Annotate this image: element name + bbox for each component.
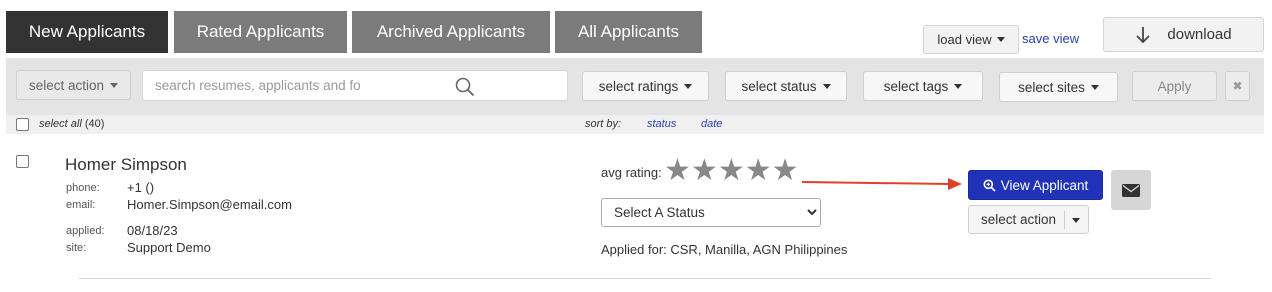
site-label: site: [66,242,87,254]
caret-down-icon [1090,84,1099,90]
phone-label: phone: [66,182,100,194]
status-filter-label: select status [741,78,817,94]
view-applicant-label: View Applicant [1000,177,1089,193]
save-view-link[interactable]: save view [1022,31,1079,46]
zoom-icon [983,179,996,192]
select-all-checkbox[interactable] [16,118,29,131]
download-label: download [1167,26,1232,43]
apply-button[interactable]: Apply [1132,71,1217,101]
ratings-select[interactable]: select ratings [582,71,709,101]
applicant-action-label: select action [981,212,1057,227]
search-input[interactable] [143,77,363,94]
close-icon: ✖ [1232,79,1243,93]
phone-value: +1 () [127,180,155,195]
sort-status-link[interactable]: status [647,118,676,130]
list-header-bar [6,115,1264,134]
rating-stars[interactable]: ★ ★ ★ ★ ★ [664,156,799,186]
tab-new-applicants[interactable]: New Applicants [6,11,168,53]
caret-down-icon [110,82,119,88]
sites-select-label: select sites [1018,79,1085,95]
mail-icon [1122,183,1140,197]
site-value: Support Demo [127,240,211,255]
tab-rated-applicants[interactable]: Rated Applicants [174,11,347,53]
star-icon[interactable]: ★ [664,156,691,186]
annotation-arrow [801,178,962,190]
applied-for-text: Applied for: CSR, Manilla, AGN Philippin… [601,242,848,257]
bulk-action-select[interactable]: select action [16,70,131,100]
download-arrow-icon [1136,26,1151,43]
bulk-action-label: select action [28,77,105,93]
caret-down-icon [822,83,831,89]
clear-filters-button[interactable]: ✖ [1225,71,1250,101]
tags-select-label: select tags [883,78,949,94]
tab-all-applicants[interactable]: All Applicants [555,11,702,53]
star-icon[interactable]: ★ [718,156,745,186]
applied-date: 08/18/23 [127,223,178,238]
download-button[interactable]: download [1103,17,1264,52]
applicant-status-select[interactable]: Select A Status [601,198,821,227]
avg-rating-label: avg rating: [601,165,662,180]
applicant-checkbox[interactable] [16,155,29,168]
sites-select[interactable]: select sites [999,72,1118,102]
sort-date-link[interactable]: date [701,118,722,130]
status-filter-select[interactable]: select status [725,71,847,101]
caret-down-icon [1072,218,1080,223]
email-value: Homer.Simpson@email.com [127,197,292,212]
ratings-select-label: select ratings [598,78,679,94]
tab-archived-applicants[interactable]: Archived Applicants [352,11,550,53]
view-applicant-button[interactable]: View Applicant [968,170,1103,200]
email-label: email: [66,199,96,211]
sort-by-label: sort by: [585,118,622,130]
email-applicant-button[interactable] [1111,170,1151,210]
star-icon[interactable]: ★ [745,156,772,186]
applicant-count: (40) [84,118,105,130]
applied-label: applied: [66,225,105,237]
caret-down-icon [684,83,693,89]
load-view-button[interactable]: load view [923,25,1019,54]
split-divider [1064,211,1065,229]
applicant-action-select[interactable]: select action [968,205,1089,234]
caret-down-icon [954,83,963,89]
search-icon[interactable] [454,76,476,98]
caret-down-icon [996,37,1005,42]
select-all-label: select all (40) [39,118,105,130]
star-icon[interactable]: ★ [772,156,799,186]
applicant-name[interactable]: Homer Simpson [65,155,187,175]
tags-select[interactable]: select tags [863,71,983,101]
load-view-label: load view [937,32,992,47]
star-icon[interactable]: ★ [691,156,718,186]
row-divider [79,278,1211,279]
search-box[interactable] [142,70,568,101]
